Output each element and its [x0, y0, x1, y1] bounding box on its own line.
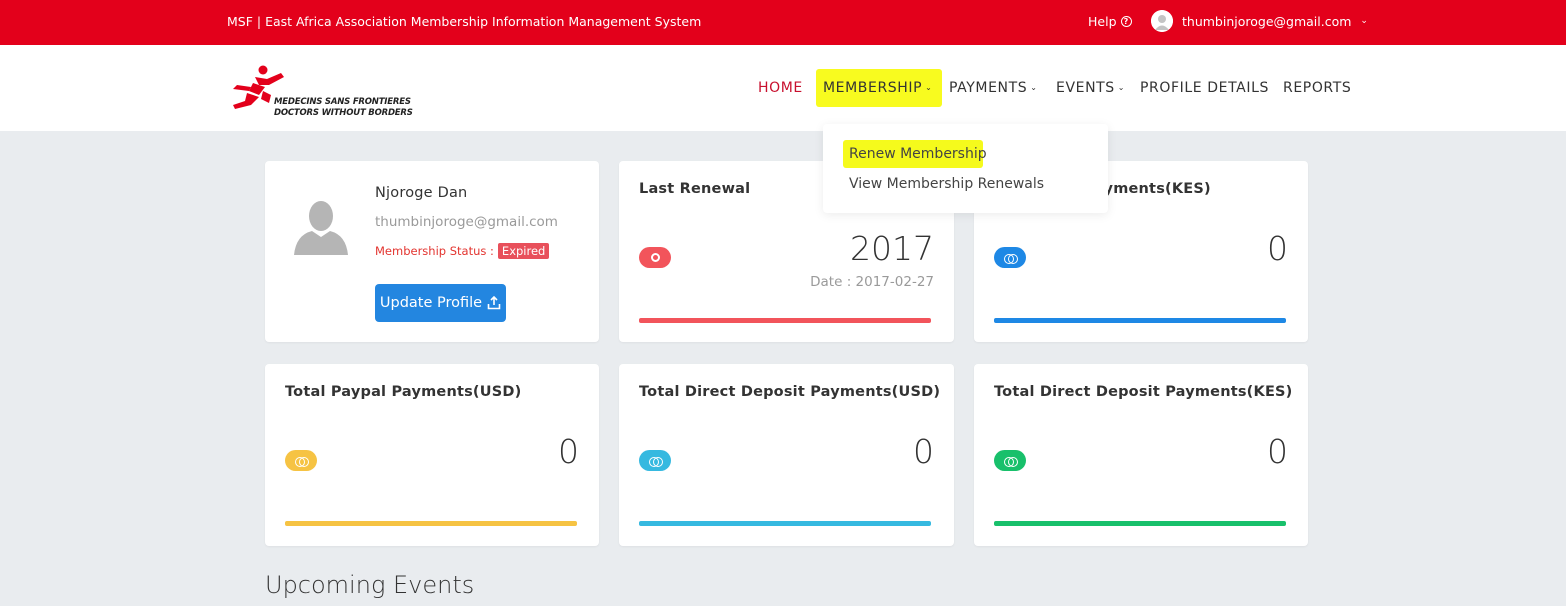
- upcoming-events-heading: Upcoming Events: [265, 571, 475, 599]
- card-title: Total Direct Deposit Payments(USD): [639, 384, 941, 400]
- dropdown-renew-membership[interactable]: Renew Membership: [849, 146, 987, 162]
- nav-profile-details[interactable]: PROFILE DETAILS: [1140, 80, 1269, 96]
- card-title: Total Paypal Payments(USD): [285, 384, 522, 400]
- link-icon: [285, 450, 317, 471]
- msf-logo[interactable]: MEDECINS SANS FRONTIERES DOCTORS WITHOUT…: [229, 65, 419, 123]
- membership-status-label: Membership Status :: [375, 244, 494, 258]
- profile-email: thumbinjoroge@gmail.com: [375, 214, 558, 230]
- nav-events[interactable]: EVENTS ⌄: [1056, 80, 1125, 96]
- paypal-usd-card: Total Paypal Payments(USD) 0: [265, 364, 599, 546]
- user-menu[interactable]: thumbinjoroge@gmail.com ⌄: [1151, 10, 1368, 32]
- app-title: MSF | East Africa Association Membership…: [227, 14, 702, 29]
- update-profile-button[interactable]: Update Profile: [375, 284, 506, 322]
- nav-reports[interactable]: REPORTS: [1283, 80, 1351, 96]
- deposit-usd-value: 0: [913, 432, 934, 471]
- nav-payments-label: PAYMENTS: [949, 80, 1028, 96]
- profile-name: Njoroge Dan: [375, 185, 468, 201]
- nav-membership-label: MEMBERSHIP: [823, 80, 923, 96]
- nav-events-label: EVENTS: [1056, 80, 1115, 96]
- refresh-icon: [639, 247, 671, 268]
- chevron-down-icon: ⌄: [1030, 83, 1038, 92]
- payments-kes-value: 0: [1267, 229, 1288, 268]
- paypal-usd-value: 0: [558, 432, 579, 471]
- upload-icon: [487, 296, 501, 310]
- user-email: thumbinjoroge@gmail.com: [1182, 13, 1352, 29]
- link-icon: [994, 450, 1026, 471]
- deposit-kes-value: 0: [1267, 432, 1288, 471]
- link-icon: [994, 247, 1026, 268]
- deposit-kes-card: Total Direct Deposit Payments(KES) 0: [974, 364, 1308, 546]
- status-badge: Expired: [497, 243, 550, 259]
- nav-home[interactable]: HOME: [758, 80, 803, 96]
- deposit-usd-card: Total Direct Deposit Payments(USD) 0: [619, 364, 954, 546]
- chevron-down-icon: ⌄: [1360, 16, 1368, 26]
- card-title: ayments(KES): [1094, 181, 1211, 197]
- membership-status: Membership Status : Expired: [375, 243, 550, 259]
- chevron-down-icon: ⌄: [1117, 83, 1126, 92]
- renewal-year: 2017: [850, 229, 934, 268]
- nav-membership[interactable]: MEMBERSHIP ⌄: [823, 80, 932, 96]
- link-icon: [639, 450, 671, 471]
- user-avatar-icon: [1151, 10, 1173, 32]
- help-link[interactable]: Help ?: [1088, 14, 1132, 29]
- deposit-kes-bar: [994, 521, 1286, 526]
- help-icon: ?: [1120, 16, 1132, 27]
- nav-payments[interactable]: PAYMENTS ⌄: [949, 80, 1038, 96]
- logo-text: MEDECINS SANS FRONTIERES DOCTORS WITHOUT…: [274, 97, 413, 118]
- profile-avatar-icon: [292, 197, 350, 255]
- renewal-date: Date : 2017-02-27: [810, 274, 934, 290]
- top-bar: MSF | East Africa Association Membership…: [0, 0, 1566, 45]
- dropdown-view-renewals[interactable]: View Membership Renewals: [849, 176, 1044, 192]
- profile-card: Njoroge Dan thumbinjoroge@gmail.com Memb…: [265, 161, 599, 342]
- paypal-usd-bar: [285, 521, 577, 526]
- card-title: Total Direct Deposit Payments(KES): [994, 384, 1293, 400]
- chevron-down-icon: ⌄: [925, 83, 933, 92]
- renewal-progress-bar: [639, 318, 931, 323]
- update-profile-label: Update Profile: [379, 295, 483, 311]
- deposit-usd-bar: [639, 521, 931, 526]
- card-title: Last Renewal: [639, 181, 751, 197]
- help-label: Help: [1088, 14, 1117, 29]
- membership-dropdown: Renew Membership View Membership Renewal…: [823, 124, 1108, 213]
- payments-kes-bar: [994, 318, 1286, 323]
